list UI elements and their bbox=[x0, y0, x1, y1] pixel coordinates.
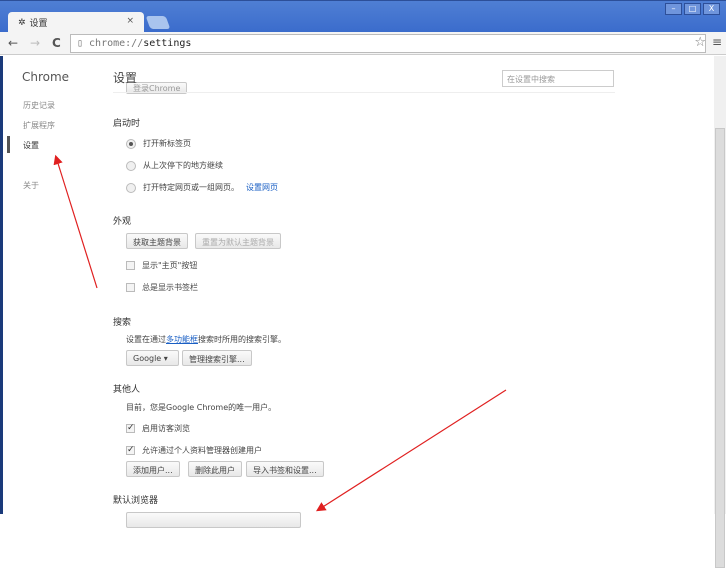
radio-button[interactable] bbox=[126, 182, 136, 193]
startup-heading: 启动时 bbox=[113, 119, 141, 129]
minimize-button[interactable]: – bbox=[665, 3, 682, 15]
annotation-arrow-default-browser bbox=[315, 389, 507, 512]
allow-create-users-option[interactable]: ✓ 允许通过个人资料管理器创建用户 bbox=[126, 445, 262, 456]
scrollbar[interactable] bbox=[714, 56, 726, 568]
star-icon[interactable]: ☆ bbox=[694, 35, 706, 50]
page-title: 设置 bbox=[113, 71, 138, 85]
dropdown-arrow-icon: ▾ bbox=[163, 354, 168, 363]
search-heading: 搜索 bbox=[113, 318, 132, 328]
radio-button[interactable] bbox=[126, 138, 136, 149]
startup-option-newtab[interactable]: 打开新标签页 bbox=[126, 138, 191, 149]
new-tab-button[interactable] bbox=[145, 16, 171, 29]
reset-theme-button[interactable]: 重置为默认主题背景 bbox=[195, 233, 281, 249]
startup-option-specific[interactable]: 打开特定网页或一组网页。 设置网页 bbox=[126, 182, 278, 193]
checkbox-checked[interactable]: ✓ bbox=[126, 446, 135, 455]
url-scheme: chrome:// bbox=[89, 38, 144, 49]
sidebar-item-settings[interactable]: 设置 bbox=[23, 140, 39, 151]
people-heading: 其他人 bbox=[113, 385, 141, 395]
sidebar: Chrome 历史记录 扩展程序 设置 关于 bbox=[0, 56, 100, 514]
annotation-arrows bbox=[53, 154, 507, 512]
header-divider bbox=[113, 92, 615, 93]
checkbox[interactable] bbox=[126, 283, 135, 292]
url-path: settings bbox=[143, 38, 192, 49]
maximize-button[interactable]: □ bbox=[684, 3, 701, 15]
search-engine-select[interactable]: Google ▾ bbox=[126, 350, 179, 366]
sidebar-brand: Chrome bbox=[22, 70, 70, 84]
delete-user-button[interactable]: 删除此用户 bbox=[188, 461, 242, 477]
import-bookmarks-button[interactable]: 导入书签和设置... bbox=[246, 461, 324, 477]
checkbox-checked[interactable]: ✓ bbox=[126, 424, 135, 433]
reload-button[interactable]: C bbox=[52, 36, 66, 50]
default-browser-heading: 默认浏览器 bbox=[113, 496, 159, 506]
omnibox-link[interactable]: 多功能框 bbox=[166, 334, 198, 345]
show-bookmarks-option[interactable]: 总是显示书签栏 bbox=[126, 282, 198, 293]
manage-search-engines-button[interactable]: 管理搜索引擎... bbox=[182, 350, 252, 366]
menu-icon[interactable]: ≡ bbox=[712, 35, 722, 49]
back-button[interactable]: ← bbox=[8, 36, 22, 50]
set-pages-link[interactable]: 设置网页 bbox=[246, 182, 278, 193]
scrollbar-thumb[interactable] bbox=[715, 128, 725, 568]
sidebar-item-extensions[interactable]: 扩展程序 bbox=[23, 120, 55, 131]
guest-browsing-option[interactable]: ✓ 启用访客浏览 bbox=[126, 423, 190, 434]
sidebar-item-about[interactable]: 关于 bbox=[23, 180, 39, 191]
title-bar: ✲ 设置 × – □ X bbox=[0, 0, 726, 33]
appearance-heading: 外观 bbox=[113, 217, 132, 227]
settings-search-input[interactable]: 在设置中搜索 bbox=[502, 70, 614, 87]
address-bar[interactable]: ▯ chrome://settings bbox=[70, 34, 706, 53]
checkbox[interactable] bbox=[126, 261, 135, 270]
startup-option-continue[interactable]: 从上次停下的地方继续 bbox=[126, 160, 223, 171]
add-user-button[interactable]: 添加用户... bbox=[126, 461, 180, 477]
get-themes-button[interactable]: 获取主题背景 bbox=[126, 233, 188, 249]
radio-button[interactable] bbox=[126, 160, 136, 171]
default-browser-button[interactable] bbox=[126, 512, 301, 528]
page-icon: ▯ bbox=[77, 38, 84, 49]
forward-button[interactable]: → bbox=[30, 36, 44, 50]
gear-icon: ✲ bbox=[18, 17, 26, 28]
search-description: 设置在通过 多功能框 搜索时所用的搜索引擎。 bbox=[126, 334, 286, 345]
show-home-option[interactable]: 显示"主页"按钮 bbox=[126, 260, 197, 271]
selected-indicator bbox=[7, 136, 10, 153]
toolbar: ← → C ▯ chrome://settings ☆ ≡ bbox=[0, 32, 726, 55]
close-window-button[interactable]: X bbox=[703, 3, 720, 15]
sidebar-item-history[interactable]: 历史记录 bbox=[23, 100, 55, 111]
tab-settings[interactable]: ✲ 设置 × bbox=[8, 12, 144, 33]
tab-close-button[interactable]: × bbox=[126, 16, 134, 26]
people-description: 目前，您是Google Chrome的唯一用户。 bbox=[126, 403, 277, 412]
